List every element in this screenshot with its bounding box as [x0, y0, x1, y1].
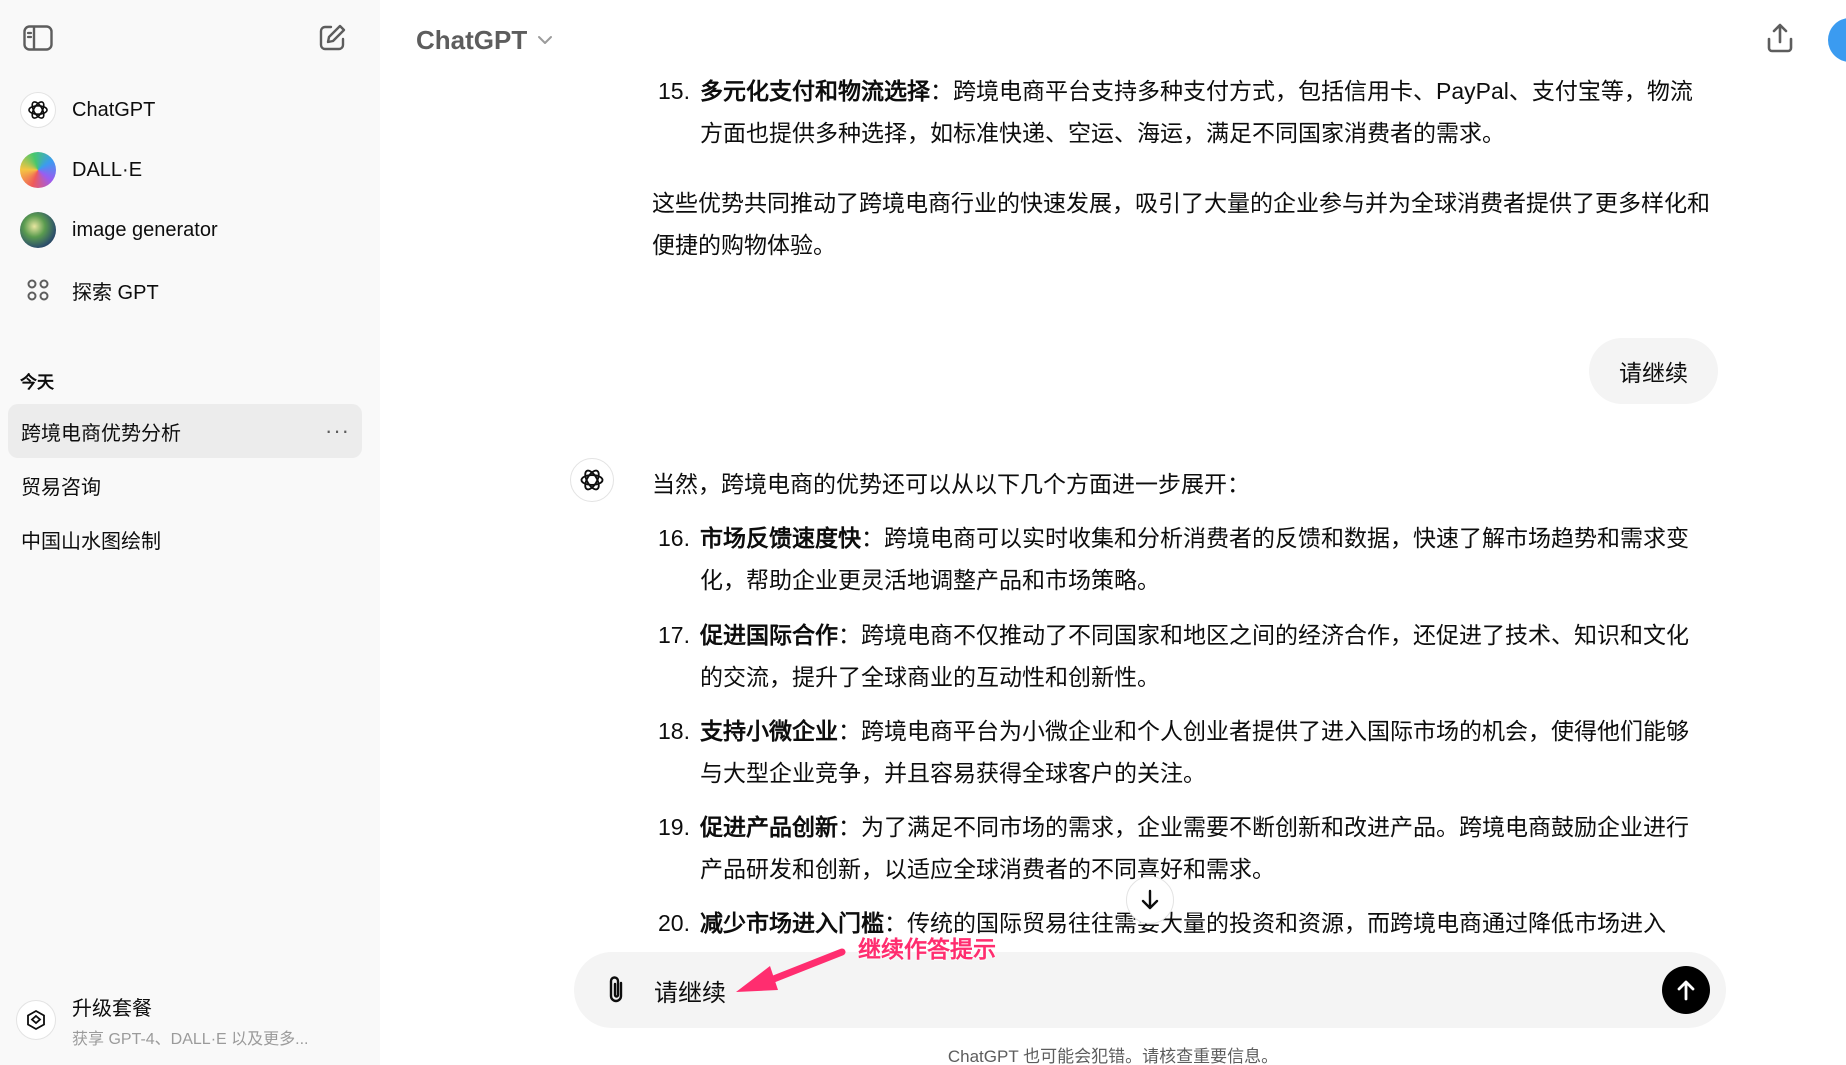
history-section-title: 今天: [20, 373, 54, 392]
list-item: 17. 促进国际合作：跨境电商不仅推动了不同国家和地区之间的经济合作，还促进了技…: [648, 614, 1710, 698]
gpt-item-explore[interactable]: 探索 GPT: [8, 260, 372, 320]
history-item-active[interactable]: 跨境电商优势分析 ···: [8, 404, 362, 458]
list-item-text: ：跨境电商平台为小微企业和个人创业者提供了进入国际市场的机会，使得他们能够与大型…: [700, 718, 1689, 786]
model-name: ChatGPT: [416, 24, 528, 55]
upgrade-subtitle: 获享 GPT-4、DALL·E 以及更多...: [72, 1030, 309, 1048]
list-number: 19.: [658, 814, 690, 840]
upgrade-plan-button[interactable]: 升级套餐 获享 GPT-4、DALL·E 以及更多...: [16, 990, 366, 1050]
history-item-label: 贸易咨询: [21, 476, 101, 499]
conversation-thread: 15. 多元化支付和物流选择：跨境电商平台支持多种支付方式，包括信用卡、PayP…: [380, 70, 1846, 940]
list-item-title: 支持小微企业: [700, 718, 838, 744]
assistant-summary: 这些优势共同推动了跨境电商行业的快速发展，吸引了大量的企业参与并为全球消费者提供…: [652, 190, 1710, 258]
openai-logo-icon: [20, 92, 56, 128]
history-item-label: 中国山水图绘制: [21, 530, 161, 553]
list-item-text: ：跨境电商不仅推动了不同国家和地区之间的经济合作，还促进了技术、知识和文化的交流…: [700, 622, 1689, 690]
gpt-list: ChatGPT DALL·E image generator 探索 GPT: [8, 80, 372, 320]
list-item-title: 促进国际合作: [700, 622, 838, 648]
scroll-to-bottom-button[interactable]: [1126, 876, 1174, 924]
list-number: 16.: [658, 525, 690, 551]
history-item[interactable]: 中国山水图绘制: [8, 512, 362, 566]
dalle-avatar: [20, 152, 56, 188]
upgrade-title: 升级套餐: [72, 997, 152, 1020]
list-number: 15.: [658, 78, 690, 104]
sidebar: ChatGPT DALL·E image generator 探索 GPT 今天…: [0, 0, 380, 1065]
annotation-label: 继续作答提示: [858, 936, 996, 962]
openai-logo-icon: [580, 469, 604, 491]
list-item: 19. 促进产品创新：为了满足不同市场的需求，企业需要不断创新和改进产品。跨境电…: [648, 806, 1710, 890]
history-item[interactable]: 贸易咨询: [8, 458, 362, 512]
upgrade-icon: [16, 1000, 56, 1040]
list-item: 18. 支持小微企业：跨境电商平台为小微企业和个人创业者提供了进入国际市场的机会…: [648, 710, 1710, 794]
list-item-text: ：传统的国际贸易往往需要大量的投资和资源，而跨境电商通过降低市场进入: [884, 910, 1666, 936]
more-options-icon[interactable]: ···: [325, 420, 350, 442]
list-number: 18.: [658, 718, 690, 744]
model-selector[interactable]: ChatGPT: [416, 20, 553, 60]
share-button[interactable]: [1760, 18, 1800, 58]
gpt-label: image generator: [72, 218, 218, 241]
share-icon: [1767, 23, 1793, 53]
list-item: 16. 市场反馈速度快：跨境电商可以实时收集和分析消费者的反馈和数据，快速了解市…: [648, 517, 1710, 601]
assistant-intro: 当然，跨境电商的优势还可以从以下几个方面进一步展开：: [652, 471, 1250, 497]
list-item-title: 多元化支付和物流选择: [700, 78, 930, 104]
gpt-label: 探索 GPT: [72, 281, 159, 304]
list-number: 20.: [658, 910, 690, 936]
list-item: 15. 多元化支付和物流选择：跨境电商平台支持多种支付方式，包括信用卡、PayP…: [648, 70, 1710, 154]
arrow-down-icon: [1141, 889, 1159, 910]
user-message-bubble: 请继续: [1589, 338, 1718, 404]
disclaimer-text: ChatGPT 也可能会犯错。请核查重要信息。: [947, 1047, 1279, 1065]
new-chat-icon: [319, 24, 346, 51]
profile-avatar[interactable]: [1828, 18, 1846, 62]
attach-button[interactable]: [596, 970, 636, 1010]
user-message-text: 请继续: [1619, 360, 1688, 386]
paperclip-icon: [609, 976, 623, 1003]
arrow-up-icon: [1677, 980, 1695, 1001]
sidebar-toggle-button[interactable]: [18, 18, 58, 58]
chat-history: 跨境电商优势分析 ··· 贸易咨询 中国山水图绘制: [8, 404, 362, 566]
history-item-label: 跨境电商优势分析: [21, 422, 181, 445]
gpt-label: DALL·E: [72, 158, 143, 181]
annotation-arrow-icon: [736, 948, 846, 992]
image-generator-avatar: [20, 212, 56, 248]
gpt-item-image-generator[interactable]: image generator: [8, 200, 372, 260]
gpt-item-chatgpt[interactable]: ChatGPT: [8, 80, 372, 140]
list-item-text: ：为了满足不同市场的需求，企业需要不断创新和改进产品。跨境电商鼓励企业进行产品研…: [700, 814, 1689, 882]
assistant-avatar: [570, 458, 614, 502]
list-item-title: 市场反馈速度快: [700, 525, 861, 551]
chevron-down-icon: [538, 36, 553, 44]
list-item: 20. 减少市场进入门槛：传统的国际贸易往往需要大量的投资和资源，而跨境电商通过…: [648, 902, 1710, 940]
send-button[interactable]: [1662, 966, 1710, 1014]
grid-icon: [20, 272, 56, 308]
gpt-label: ChatGPT: [72, 98, 156, 121]
gpt-item-dalle[interactable]: DALL·E: [8, 140, 372, 200]
list-item-title: 减少市场进入门槛: [700, 910, 884, 936]
new-chat-button[interactable]: [312, 18, 352, 58]
list-item-title: 促进产品创新: [700, 814, 838, 840]
list-number: 17.: [658, 622, 690, 648]
sidebar-toggle-icon: [23, 25, 53, 51]
